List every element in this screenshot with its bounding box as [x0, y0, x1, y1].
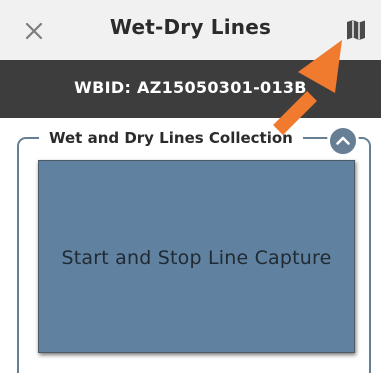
- page-title: Wet-Dry Lines: [109, 15, 272, 39]
- nav-bar: Wet-Dry Lines: [0, 0, 381, 60]
- panel-legend: Wet and Dry Lines Collection: [39, 126, 303, 150]
- wbid-banner: WBID: AZ15050301-013B: [0, 60, 381, 118]
- map-icon: [347, 20, 365, 40]
- start-stop-capture-button[interactable]: Start and Stop Line Capture: [38, 160, 355, 353]
- map-button[interactable]: [342, 16, 370, 44]
- capture-button-label: Start and Stop Line Capture: [61, 247, 332, 269]
- wbid-label: WBID: AZ15050301-013B: [74, 78, 307, 97]
- chevron-up-icon: [336, 136, 350, 145]
- collapse-button[interactable]: [327, 125, 359, 157]
